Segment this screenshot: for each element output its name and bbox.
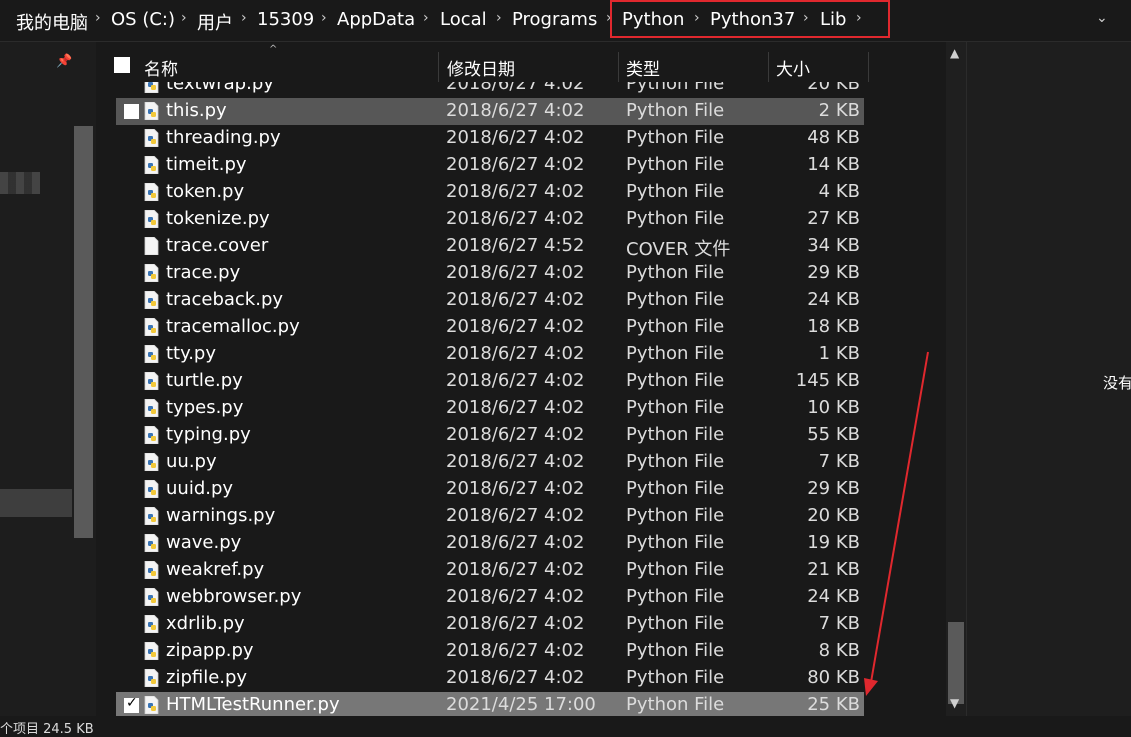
annotation-arrow-icon (864, 351, 929, 696)
